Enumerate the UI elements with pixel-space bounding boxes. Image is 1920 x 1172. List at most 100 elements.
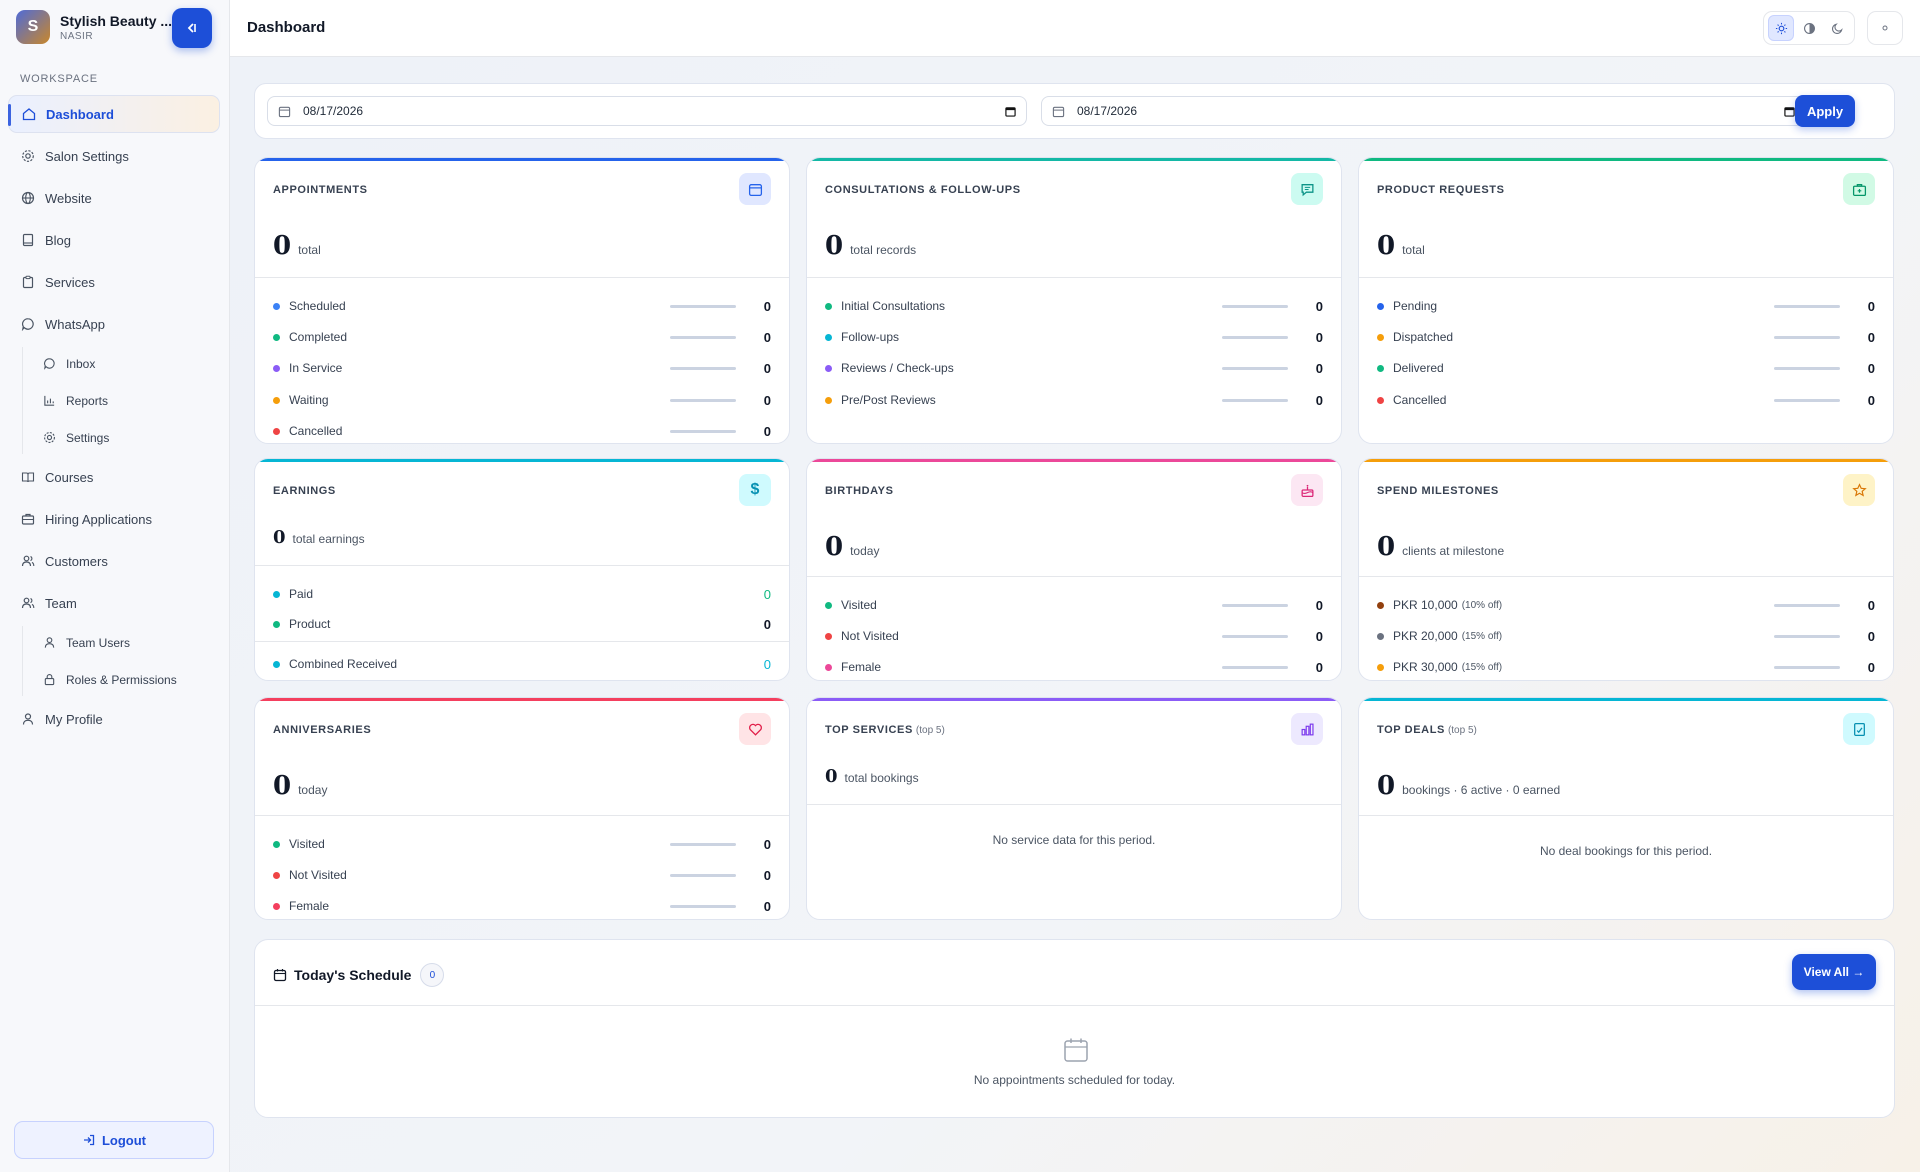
apply-button[interactable]: Apply xyxy=(1795,95,1855,127)
divider xyxy=(255,565,789,566)
sidebar-item-blog[interactable]: Blog xyxy=(8,221,220,259)
sidebar-item-dashboard[interactable]: Dashboard xyxy=(8,95,220,133)
card-title: SPEND MILESTONES xyxy=(1377,485,1499,497)
stat-label: Female xyxy=(841,660,882,674)
collapse-sidebar-button[interactable] xyxy=(172,8,212,48)
progress-bar xyxy=(670,335,736,339)
date-picker-icon[interactable] xyxy=(1784,106,1795,117)
main-content: 08/17/2026 08/17/2026 Apply APPOINTMENTS… xyxy=(230,57,1920,1172)
stat-label: Not Visited xyxy=(289,868,347,882)
sidebar-item-salon-settings[interactable]: Salon Settings xyxy=(8,137,220,175)
globe-icon xyxy=(20,190,36,206)
system-theme-button[interactable] xyxy=(1796,15,1822,41)
stat-label: Initial Consultations xyxy=(841,299,946,313)
total-label: total xyxy=(1402,243,1425,257)
stat-row: Dispatched 0 xyxy=(1377,327,1875,347)
sidebar-nav: Dashboard Salon Settings Website Blog Se… xyxy=(8,95,220,742)
card-title-text: TOP SERVICES xyxy=(825,724,913,736)
sidebar-item-reports[interactable]: Reports xyxy=(29,384,220,417)
sidebar-item-inbox[interactable]: Inbox xyxy=(29,347,220,380)
card-total: 0 total xyxy=(1377,231,1425,261)
sidebar-item-customers[interactable]: Customers xyxy=(8,542,220,580)
status-dot xyxy=(273,427,280,435)
progress-bar xyxy=(1222,366,1288,370)
stat-value: 0 xyxy=(763,867,771,883)
stat-label: PKR 30,000 xyxy=(1393,660,1458,674)
sidebar-item-hiring[interactable]: Hiring Applications xyxy=(8,500,220,538)
light-theme-button[interactable] xyxy=(1768,15,1794,41)
appointments-card: APPOINTMENTS 0 total Scheduled 0 Completed… xyxy=(254,157,790,444)
calendar-icon xyxy=(273,968,287,982)
stat-value: 0 xyxy=(1315,329,1323,345)
progress-bar xyxy=(1774,603,1840,607)
stat-label: Paid xyxy=(289,587,314,601)
view-all-button[interactable]: View All → xyxy=(1792,954,1876,990)
calendar-icon xyxy=(739,173,771,205)
card-accent xyxy=(807,459,1341,462)
sidebar-item-label: Team Users xyxy=(66,635,131,650)
sidebar-item-services[interactable]: Services xyxy=(8,263,220,301)
brand: S Stylish Beauty ... NASIR xyxy=(16,10,172,44)
user-icon xyxy=(41,635,57,651)
topbar: Dashboard xyxy=(230,0,1920,57)
card-title: TOP SERVICES (top 5) xyxy=(825,724,945,736)
stat-value: 0 xyxy=(763,392,771,408)
users-icon xyxy=(20,553,36,569)
card-accent xyxy=(807,158,1341,161)
discount-tag: (15% off) xyxy=(1461,630,1503,642)
dark-theme-button[interactable] xyxy=(1824,15,1850,41)
card-total: 0 today xyxy=(825,532,879,562)
status-dot xyxy=(273,620,280,628)
sidebar-item-whatsapp[interactable]: WhatsApp xyxy=(8,305,220,343)
status-dot xyxy=(1377,364,1384,372)
sidebar-item-label: Services xyxy=(45,274,95,290)
stat-value: 0 xyxy=(1315,392,1323,408)
stat-row: Paid 0 xyxy=(273,584,771,604)
stat-row: Scheduled 0 xyxy=(273,296,771,316)
total-label: today xyxy=(298,783,328,797)
sidebar-item-my-profile[interactable]: My Profile xyxy=(8,700,220,738)
sidebar-item-team-users[interactable]: Team Users xyxy=(29,626,220,659)
card-title-qualifier: (top 5) xyxy=(915,725,945,736)
card-accent xyxy=(255,158,789,161)
sidebar-item-label: WhatsApp xyxy=(45,316,105,332)
schedule-title: Today's Schedule 0 xyxy=(273,963,445,987)
empty-state: No deal bookings for this period. xyxy=(1539,844,1713,858)
date-picker-icon[interactable] xyxy=(1005,106,1016,117)
product-requests-card: PRODUCT REQUESTS 0 total Pending 0 Dispatc… xyxy=(1358,157,1894,444)
stat-row: Female 0 xyxy=(825,657,1323,677)
schedule-count-badge: 0 xyxy=(420,963,445,987)
status-dot xyxy=(273,302,280,310)
card-total: 0 today xyxy=(273,771,327,801)
sidebar-item-label: Settings xyxy=(66,430,110,445)
stat-row: Completed 0 xyxy=(273,327,771,347)
sidebar-item-roles[interactable]: Roles & Permissions xyxy=(29,663,220,696)
contrast-icon xyxy=(1803,22,1815,34)
logout-button[interactable]: Logout xyxy=(14,1121,214,1159)
total-value: 0 xyxy=(1377,532,1396,562)
earnings-card: EARNINGS $ 0 total earnings Paid 0 Product… xyxy=(254,458,790,681)
stat-row: Reviews / Check-ups 0 xyxy=(825,358,1323,378)
from-date-input[interactable]: 08/17/2026 xyxy=(267,96,1027,126)
lock-icon xyxy=(41,672,57,688)
to-date-input[interactable]: 08/17/2026 xyxy=(1041,96,1806,126)
sidebar-item-website[interactable]: Website xyxy=(8,179,220,217)
home-icon xyxy=(21,106,37,122)
sidebar-item-team[interactable]: Team xyxy=(8,584,220,622)
status-dot xyxy=(273,590,280,598)
stat-label: Waiting xyxy=(289,393,329,407)
whatsapp-submenu: Inbox Reports Settings xyxy=(22,347,220,454)
sidebar-item-courses[interactable]: Courses xyxy=(8,458,220,496)
sidebar-item-whatsapp-settings[interactable]: Settings xyxy=(29,421,220,454)
to-date-value: 08/17/2026 xyxy=(1077,104,1138,118)
total-value: 0 xyxy=(273,231,292,261)
card-total: 0 total xyxy=(273,231,321,261)
total-value: 0 xyxy=(273,771,292,801)
theme-switcher xyxy=(1763,11,1855,45)
progress-bar xyxy=(670,398,736,402)
status-dot xyxy=(273,333,280,341)
user-menu-button[interactable] xyxy=(1867,11,1903,45)
sidebar-item-label: Salon Settings xyxy=(45,148,129,164)
total-label: total earnings xyxy=(292,532,365,546)
sidebar-item-label: Customers xyxy=(45,553,108,569)
